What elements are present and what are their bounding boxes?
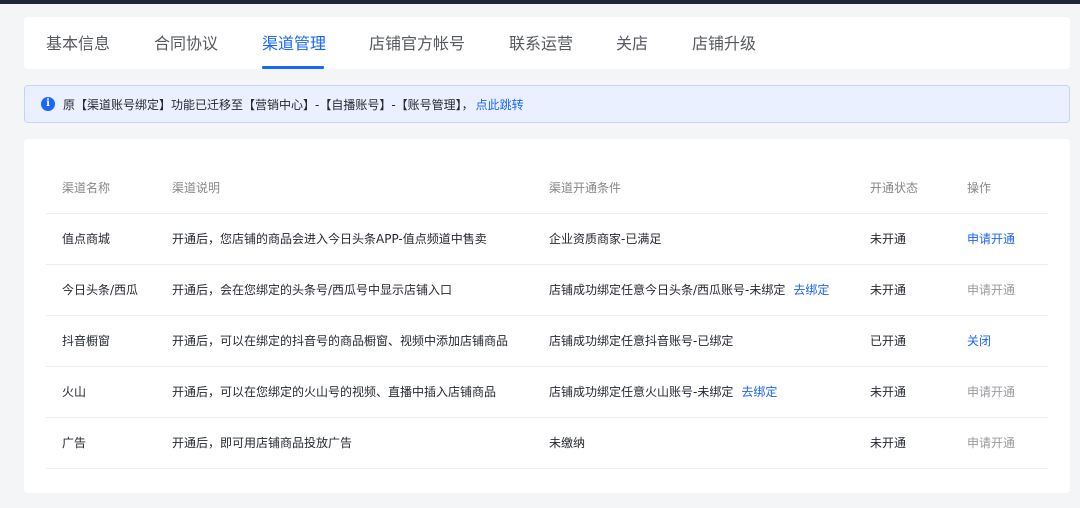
tab-close-store[interactable]: 关店 xyxy=(616,34,648,54)
table-row: 火山 开通后，可以在您绑定的火山号的视频、直播中插入店铺商品 店铺成功绑定任意火山账… xyxy=(46,367,1048,418)
channel-action-button[interactable]: 申请开通 xyxy=(967,214,1015,265)
channel-status: 未开通 xyxy=(870,385,907,399)
channel-action-button[interactable]: 申请开通 xyxy=(967,265,1015,316)
channel-status: 已开通 xyxy=(870,334,907,348)
table-row: 广告 开通后，即可用店铺商品投放广告 未缴纳 未开通 申请开通 xyxy=(46,418,1048,469)
channel-condition: 未缴纳 xyxy=(549,418,585,469)
table-row: 抖音橱窗 开通后，可以在绑定的抖音号的商品橱窗、视频中添加店铺商品 店铺成功绑定任意… xyxy=(46,316,1048,367)
table-row: 今日头条/西瓜 开通后，会在您绑定的头条号/西瓜号中显示店铺入口 店铺成功绑定任意今… xyxy=(46,265,1048,316)
tab-bar: 基本信息 合同协议 渠道管理 店铺官方帐号 联系运营 关店 店铺升级 xyxy=(24,17,1070,69)
channel-name: 值点商城 xyxy=(62,232,111,246)
tab-contact-operations[interactable]: 联系运营 xyxy=(509,34,573,54)
channel-action-button[interactable]: 申请开通 xyxy=(967,367,1015,418)
channel-name: 抖音橱窗 xyxy=(62,334,111,348)
header-channel-desc: 渠道说明 xyxy=(172,181,221,195)
header-channel-condition: 渠道开通条件 xyxy=(549,181,622,195)
info-icon: i xyxy=(41,97,55,111)
tab-store-upgrade[interactable]: 店铺升级 xyxy=(692,34,756,54)
tab-basic-info[interactable]: 基本信息 xyxy=(46,34,110,54)
active-tab-indicator xyxy=(262,66,324,69)
channel-condition: 店铺成功绑定任意抖音账号-已绑定 xyxy=(549,316,733,367)
tab-official-account[interactable]: 店铺官方帐号 xyxy=(369,34,465,54)
channel-action-button[interactable]: 关闭 xyxy=(967,316,991,367)
channel-desc: 开通后，可以在绑定的抖音号的商品橱窗、视频中添加店铺商品 xyxy=(172,334,509,348)
channel-status: 未开通 xyxy=(870,436,907,450)
header-action: 操作 xyxy=(967,181,992,195)
channel-condition: 店铺成功绑定任意今日头条/西瓜账号-未绑定 去绑定 xyxy=(549,265,829,316)
condition-text: 店铺成功绑定任意今日头条/西瓜账号-未绑定 xyxy=(549,283,786,297)
channel-desc: 开通后，可以在您绑定的火山号的视频、直播中插入店铺商品 xyxy=(172,385,497,399)
channel-status: 未开通 xyxy=(870,232,907,246)
channel-desc: 开通后，即可用店铺商品投放广告 xyxy=(172,436,353,450)
channel-desc: 开通后，会在您绑定的头条号/西瓜号中显示店铺入口 xyxy=(172,283,453,297)
channel-condition: 企业资质商家-已满足 xyxy=(549,214,661,265)
condition-text: 店铺成功绑定任意火山账号-未绑定 xyxy=(549,385,734,399)
channel-action-button[interactable]: 申请开通 xyxy=(967,418,1015,469)
channel-name: 今日头条/西瓜 xyxy=(62,283,139,297)
header-status: 开通状态 xyxy=(870,181,919,195)
condition-text: 企业资质商家-已满足 xyxy=(549,232,662,246)
channel-status: 未开通 xyxy=(870,283,907,297)
channel-condition: 店铺成功绑定任意火山账号-未绑定 去绑定 xyxy=(549,367,777,418)
bind-account-link[interactable]: 去绑定 xyxy=(741,385,777,399)
top-bar xyxy=(0,0,1080,4)
notice-text: 原【渠道账号绑定】功能已迁移至【营销中心】-【自播账号】-【账号管理】， xyxy=(63,97,474,112)
header-channel-name: 渠道名称 xyxy=(62,181,111,195)
channel-desc: 开通后，您店铺的商品会进入今日头条APP-值点频道中售卖 xyxy=(172,232,487,246)
condition-text: 未缴纳 xyxy=(549,436,586,450)
channel-table: 渠道名称 渠道说明 渠道开通条件 开通状态 操作 值点商城 开通后，您店铺的商品会… xyxy=(24,139,1070,493)
notice-jump-link[interactable]: 点此跳转 xyxy=(476,96,524,113)
table-header: 渠道名称 渠道说明 渠道开通条件 开通状态 操作 xyxy=(46,163,1048,214)
channel-name: 广告 xyxy=(62,436,87,450)
tab-channel-management[interactable]: 渠道管理 xyxy=(262,34,326,54)
table-row: 值点商城 开通后，您店铺的商品会进入今日头条APP-值点频道中售卖 企业资质商家-已… xyxy=(46,214,1048,265)
channel-name: 火山 xyxy=(62,385,87,399)
migration-notice: i 原【渠道账号绑定】功能已迁移至【营销中心】-【自播账号】-【账号管理】， 点… xyxy=(24,85,1070,123)
bind-account-link[interactable]: 去绑定 xyxy=(793,283,829,297)
tab-contract[interactable]: 合同协议 xyxy=(154,34,218,54)
condition-text: 店铺成功绑定任意抖音账号-已绑定 xyxy=(549,334,734,348)
